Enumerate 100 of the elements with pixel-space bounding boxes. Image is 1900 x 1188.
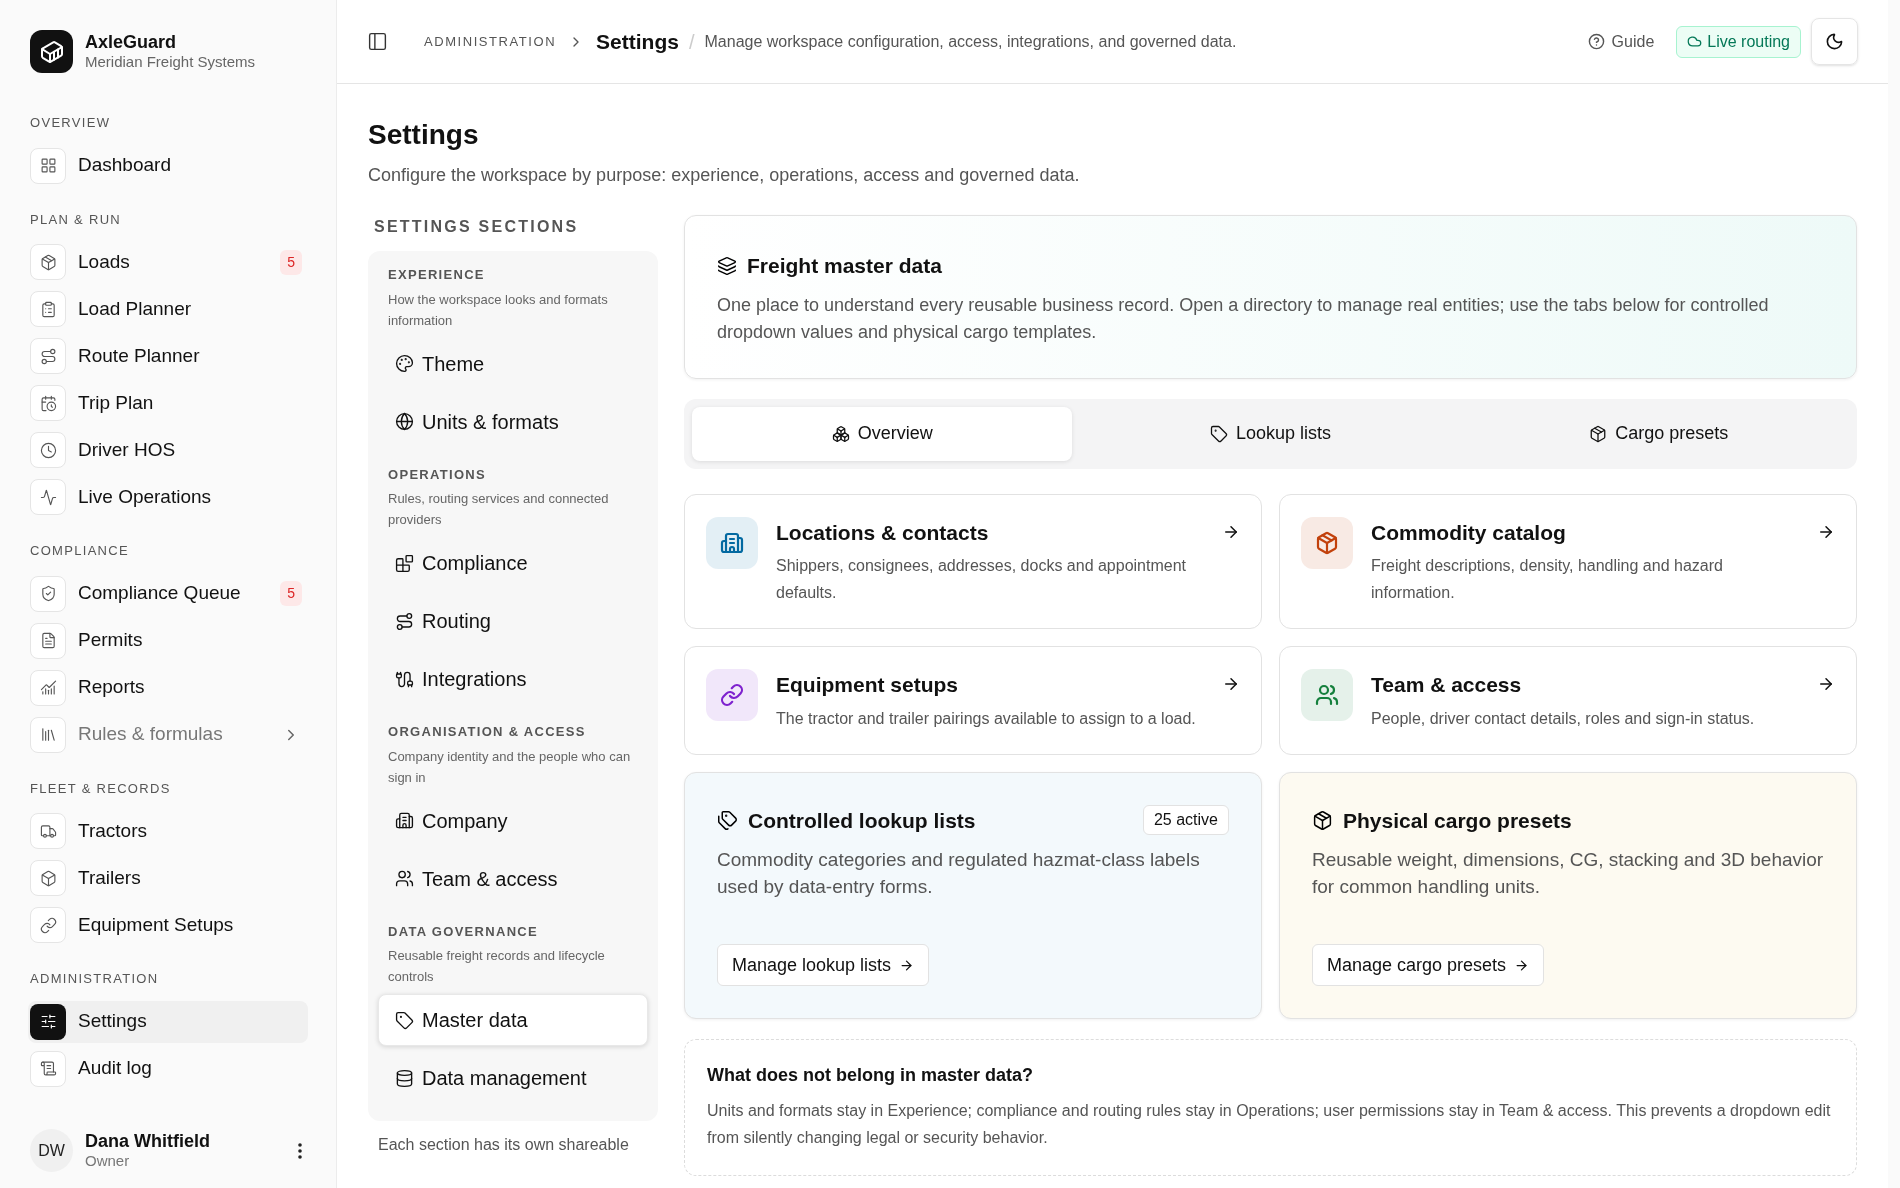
arrow-icon [899,957,915,973]
directory-card[interactable]: Team & access People, driver contact details, roles and sign-in status. [1279,646,1857,755]
manage-button[interactable]: Manage lookup lists [717,944,930,986]
card-title: Commodity catalog [1371,519,1567,546]
package-icon [30,244,66,280]
route-icon [30,338,66,374]
section-heading: SETTINGS SECTIONS [374,217,580,237]
cloud-icon [1687,34,1703,49]
group-description: How the workspace looks and formats information [387,290,609,330]
boxes-icon [831,424,850,443]
arrow-icon [1514,957,1530,973]
group-description: Reusable freight records and lifecycle controls [387,947,606,986]
count-badge: 5 [280,249,302,275]
nav-item[interactable]: Reports [28,666,308,709]
directory-card[interactable]: Equipment setups The tractor and trailer pairings available to assign to a load. [684,646,1262,755]
sidebar-toggle-button[interactable] [367,31,388,52]
card-description: One place to understand every reusable business record. Open a directory to manage real entities; use the tabs below for controlled dropdown values and physical cargo templates. [717,293,1770,344]
card-title: Physical cargo presets [1343,807,1572,834]
nav-item[interactable]: Audit log [28,1047,308,1090]
scroll-icon [30,1050,66,1087]
guide-button[interactable]: Guide [1587,29,1655,54]
section-heading: ADMINISTRATION [30,970,160,988]
box-icon [30,860,66,896]
nav-item[interactable]: Load Planner [28,288,308,330]
settings-nav-item[interactable]: Theme [378,337,648,390]
settings-nav-item[interactable]: Data management [378,1052,648,1104]
package-icon [1589,424,1608,443]
separator-icon: / [688,26,695,57]
clock-icon [30,432,66,468]
card-description: Freight descriptions, density, handling and hazard information. [1371,556,1724,603]
nav-item[interactable]: Route Planner [28,335,308,377]
arrow-icon [1222,675,1240,693]
dashboard-icon [30,147,66,184]
clipboard-icon [30,291,66,327]
nav-item[interactable]: Permits [28,619,308,662]
tab[interactable]: Overview [692,406,1073,461]
user-role: Owner [85,1152,131,1172]
info-title: What does not belong in master data? [707,1064,1035,1087]
manage-button[interactable]: Manage cargo presets [1312,944,1545,986]
nav-item[interactable]: Trip Plan [28,382,308,424]
nav-item[interactable]: Settings [28,1000,308,1043]
user-name: Dana Whitfield [85,1129,211,1153]
document-icon [30,622,66,659]
palette-icon [395,354,414,373]
package-icon [1312,809,1333,831]
tag-icon [1209,424,1228,443]
truck-icon [30,813,66,849]
settings-nav-item[interactable]: Compliance [378,537,648,589]
nav-item[interactable]: Loads 5 [28,241,308,283]
directory-card[interactable]: Locations & contacts Shippers, consignees, addresses, docks and appointment defaults. [684,493,1262,629]
tab[interactable]: Cargo presets [1468,406,1849,461]
page-title: Settings [368,118,480,152]
building-icon [395,811,414,830]
card-title: Freight master data [747,253,942,279]
brand-name: AxleGuard [85,30,178,54]
moon-icon [1825,32,1844,51]
tag-icon [395,1010,414,1030]
card-title: Controlled lookup lists [748,807,976,834]
section-heading: PLAN & RUN [30,210,123,229]
card-description: Reusable weight, dimensions, CG, stacking and 3D behavior for common handling units. [1312,848,1824,899]
settings-nav-item[interactable]: Units & formats [378,395,648,448]
nav-item[interactable]: Driver HOS [28,429,308,471]
section-heading: OVERVIEW [30,114,112,132]
settings-nav-item[interactable]: Integrations [378,653,648,705]
chart-icon [30,669,66,706]
shield-check-icon [30,575,66,612]
tab[interactable]: Lookup lists [1080,406,1461,461]
nav-item[interactable]: Tractors [28,810,308,852]
footer-note: Each section has its own shareable [378,1135,630,1155]
section-heading: FLEET & RECORDS [30,779,172,798]
books-icon [30,716,66,753]
card-description: Commodity categories and regulated hazmat-class labels used by data-entry forms. [717,848,1201,899]
nav-item[interactable]: Dashboard [28,144,308,187]
nav-item[interactable]: Trailers [28,857,308,899]
count-badge: 5 [280,581,302,606]
settings-nav-item[interactable]: Team & access [378,852,648,905]
page-subtitle: Configure the workspace by purpose: experience, operations, access and governed data. [368,164,1081,187]
directory-card[interactable]: Commodity catalog Freight descriptions, density, handling and hazard information. [1279,493,1857,629]
calendar-clock-icon [30,385,66,421]
group-heading: OPERATIONS [387,465,487,484]
arrow-icon [1817,675,1835,693]
layers-icon [717,255,737,276]
database-icon [395,1068,414,1088]
settings-nav-item[interactable]: Master data [378,994,648,1046]
settings-nav-item[interactable]: Company [378,794,648,847]
breadcrumb-link[interactable]: ADMINISTRATION [424,31,557,52]
user-avatar: DW [30,1129,73,1172]
nav-item[interactable]: Compliance Queue 5 [28,572,308,615]
group-heading: DATA GOVERNANCE [387,922,539,941]
section-heading: COMPLIANCE [30,542,130,560]
theme-toggle-button[interactable] [1811,18,1858,65]
nav-item[interactable]: Equipment Setups [28,904,308,946]
status-pill: Live routing [1676,25,1801,58]
sliders-icon [30,1003,66,1040]
settings-nav-item[interactable]: Routing [378,595,648,647]
blocks-icon [395,553,414,573]
nav-item[interactable]: Live Operations [28,476,308,518]
group-heading: EXPERIENCE [387,266,486,284]
group-heading: ORGANISATION & ACCESS [387,723,587,741]
card-description: People, driver contact details, roles and sign-in status. [1371,708,1756,729]
